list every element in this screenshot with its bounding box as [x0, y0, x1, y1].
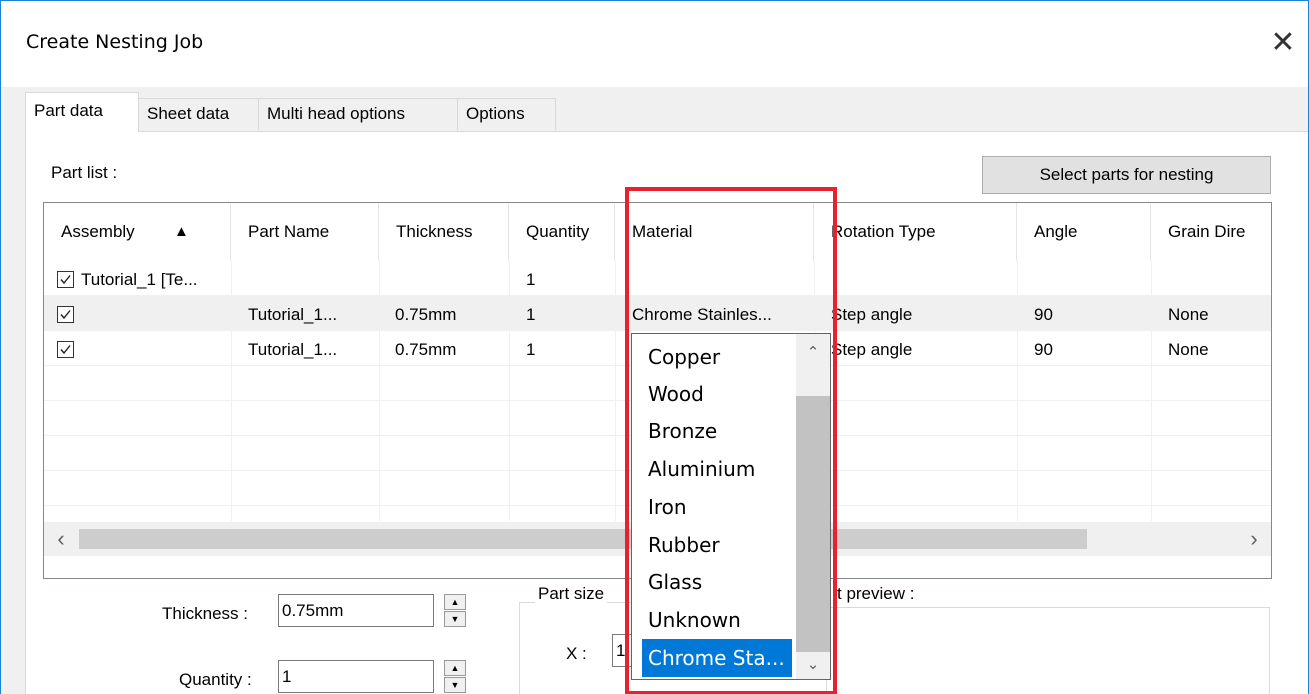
- part-size-label: Part size: [535, 584, 608, 604]
- scroll-left-icon[interactable]: ‹: [44, 522, 78, 556]
- scrollbar-thumb[interactable]: [79, 529, 1087, 549]
- dropdown-option-wood[interactable]: Wood: [632, 375, 795, 413]
- select-parts-button[interactable]: Select parts for nesting: [982, 156, 1271, 194]
- quantity-spinner[interactable]: ▲ ▼: [444, 660, 466, 693]
- part-list-label: Part list :: [51, 163, 118, 182]
- create-nesting-job-dialog: Create Nesting Job ✕ Part data Sheet dat…: [0, 0, 1309, 694]
- column-header-part-name[interactable]: Part Name: [231, 203, 379, 261]
- material-dropdown-list[interactable]: Copper Wood Bronze Aluminium Iron Rubber…: [631, 333, 831, 680]
- quantity-input[interactable]: 1: [278, 660, 434, 693]
- dropdown-option-copper[interactable]: Copper: [632, 338, 795, 376]
- row-checkbox[interactable]: [57, 271, 74, 288]
- column-header-angle[interactable]: Angle: [1017, 203, 1151, 261]
- cell-thickness: 0.75mm: [395, 305, 457, 324]
- row-checkbox[interactable]: [57, 341, 74, 358]
- column-header-grain-direction[interactable]: Grain Dire: [1151, 203, 1271, 261]
- spin-up-icon[interactable]: ▲: [444, 660, 466, 676]
- cell-material[interactable]: Chrome Stainles...: [632, 296, 808, 331]
- title-bar: Create Nesting Job ✕: [1, 1, 1308, 87]
- thickness-label: Thickness :: [162, 604, 248, 623]
- cell-part-name: Tutorial_1...: [248, 305, 338, 324]
- cell-part-name: Tutorial_1...: [248, 340, 338, 359]
- dropdown-option-aluminium[interactable]: Aluminium: [632, 450, 795, 488]
- dropdown-option-rubber[interactable]: Rubber: [632, 526, 795, 564]
- cell-angle: 90: [1034, 340, 1053, 359]
- column-header-label: Assembly: [61, 222, 135, 241]
- cell-quantity: 1: [526, 305, 536, 324]
- dropdown-option-glass[interactable]: Glass: [632, 563, 795, 601]
- checkmark-icon: [60, 310, 71, 320]
- spin-down-icon[interactable]: ▼: [444, 677, 466, 693]
- scroll-right-icon[interactable]: ›: [1237, 522, 1271, 556]
- cell-rotation-type: Step angle: [831, 305, 913, 324]
- x-label: X :: [566, 644, 587, 663]
- part-preview-group: [826, 607, 1270, 694]
- column-header-rotation-type[interactable]: Rotation Type: [814, 203, 1017, 261]
- cell-grain-direction: None: [1168, 340, 1209, 359]
- cell-quantity: 1: [526, 270, 536, 289]
- cell-grain-direction: None: [1168, 305, 1209, 324]
- table-row[interactable]: Tutorial_1 [Te... 1: [44, 261, 1271, 296]
- thickness-input[interactable]: 0.75mm: [278, 594, 434, 627]
- quantity-label: Quantity :: [179, 670, 252, 689]
- table-row[interactable]: Tutorial_1... 0.75mm 1 Chrome Stainles..…: [44, 296, 1271, 331]
- column-header-quantity[interactable]: Quantity: [509, 203, 615, 261]
- cell-thickness: 0.75mm: [395, 340, 457, 359]
- sort-ascending-icon: ▲: [174, 223, 189, 240]
- column-header-thickness[interactable]: Thickness: [379, 203, 509, 261]
- thickness-spinner[interactable]: ▲ ▼: [444, 594, 466, 627]
- row-checkbox[interactable]: [57, 306, 74, 323]
- spin-up-icon[interactable]: ▲: [444, 594, 466, 610]
- tab-multi-head-options[interactable]: Multi head options: [258, 98, 458, 130]
- column-header-assembly[interactable]: Assembly ▲: [44, 203, 231, 261]
- part-preview-label: t preview :: [834, 584, 918, 604]
- scroll-down-icon[interactable]: ⌄: [796, 652, 830, 678]
- tab-part-data[interactable]: Part data: [25, 92, 139, 132]
- dropdown-option-unknown[interactable]: Unknown: [632, 601, 795, 639]
- spin-down-icon[interactable]: ▼: [444, 611, 466, 627]
- cell-angle: 90: [1034, 305, 1053, 324]
- close-icon[interactable]: ✕: [1263, 23, 1303, 63]
- tab-sheet-data[interactable]: Sheet data: [138, 98, 259, 130]
- dropdown-option-iron[interactable]: Iron: [632, 488, 795, 526]
- dropdown-option-bronze[interactable]: Bronze: [632, 412, 795, 450]
- dropdown-scrollbar-thumb[interactable]: [796, 396, 830, 652]
- cell-rotation-type: Step angle: [831, 340, 913, 359]
- dialog-title: Create Nesting Job: [26, 31, 204, 53]
- checkmark-icon: [60, 345, 71, 355]
- cell-assembly: Tutorial_1 [Te...: [81, 270, 198, 289]
- checkmark-icon: [60, 275, 71, 285]
- scroll-up-icon[interactable]: ⌃: [796, 340, 830, 366]
- dropdown-option-chrome-stainless[interactable]: Chrome Sta...: [642, 639, 792, 677]
- column-header-material[interactable]: Material: [615, 203, 814, 261]
- tab-options[interactable]: Options: [457, 98, 556, 130]
- cell-quantity: 1: [526, 340, 536, 359]
